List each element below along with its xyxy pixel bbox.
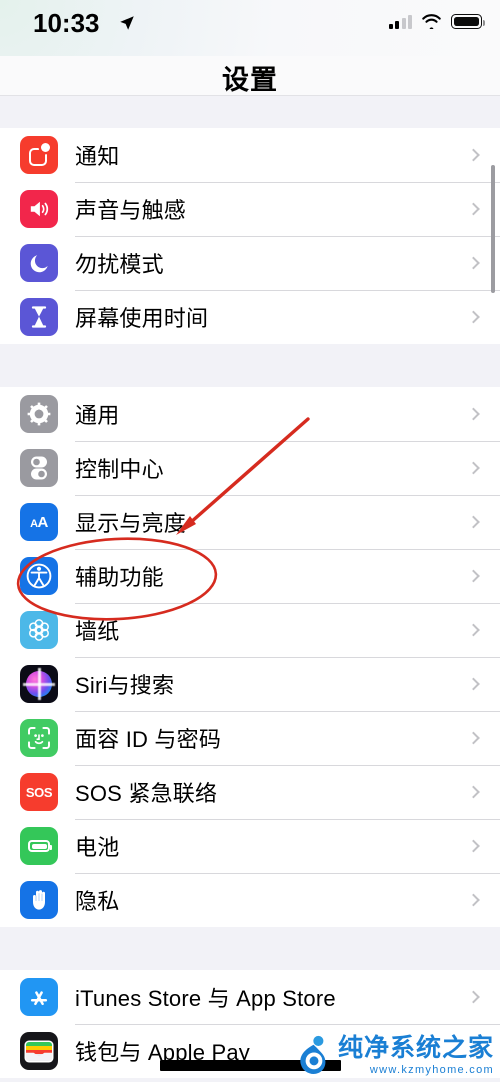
sounds-haptics-icon	[20, 190, 58, 228]
do-not-disturb-icon	[20, 244, 58, 282]
watermark: 纯净系统之家 www.kzmyhome.com	[295, 1035, 494, 1076]
status-bar-indicators	[388, 14, 486, 29]
general-gear-icon	[20, 395, 58, 433]
settings-row-itunes-app-store[interactable]: iTunes Store 与 App Store	[0, 970, 500, 1024]
chevron-right-icon	[467, 407, 480, 421]
settings-row-control-center[interactable]: 控制中心	[0, 441, 500, 495]
chevron-right-icon	[467, 677, 480, 691]
settings-row-label: 隐私	[75, 889, 120, 914]
battery-icon	[451, 14, 486, 29]
chevron-right-icon	[467, 256, 480, 270]
iphone-settings-screen: 10:33 设置 通知 声音与触感 勿扰模式 屏幕使用时间 通用 控制中心 AA…	[0, 0, 500, 1082]
chevron-right-icon	[467, 839, 480, 853]
navigation-bar: 设置	[0, 56, 500, 96]
accessibility-icon	[20, 557, 58, 595]
emergency-sos-icon: SOS	[20, 773, 58, 811]
settings-row-label: 显示与亮度	[75, 511, 187, 536]
settings-row-accessibility[interactable]: 辅助功能	[0, 549, 500, 603]
list-gap-2	[0, 927, 500, 970]
wallpaper-icon	[20, 611, 58, 649]
settings-list[interactable]: 通知 声音与触感 勿扰模式 屏幕使用时间 通用 控制中心 AA 显示与亮度 辅助…	[0, 97, 500, 1082]
wifi-icon	[422, 14, 441, 29]
settings-row-label: 辅助功能	[75, 565, 164, 590]
battery-settings-icon	[20, 827, 58, 865]
settings-row-siri-search[interactable]: Siri与搜索	[0, 657, 500, 711]
chevron-right-icon	[467, 785, 480, 799]
settings-row-label: 屏幕使用时间	[75, 306, 209, 331]
chevron-right-icon	[467, 990, 480, 1004]
group-system: 通用 控制中心 AA 显示与亮度 辅助功能 墙纸 Siri与搜索 面容 ID 与…	[0, 387, 500, 927]
chevron-right-icon	[467, 623, 480, 637]
location-arrow-icon	[120, 16, 134, 30]
display-brightness-icon: AA	[20, 503, 58, 541]
settings-row-label: 面容 ID 与密码	[75, 727, 222, 752]
settings-row-do-not-disturb[interactable]: 勿扰模式	[0, 236, 500, 290]
watermark-logo-icon	[300, 1035, 326, 1074]
settings-row-label: 墙纸	[75, 619, 120, 644]
status-bar: 10:33	[0, 0, 500, 56]
settings-row-privacy[interactable]: 隐私	[0, 873, 500, 927]
settings-row-screen-time[interactable]: 屏幕使用时间	[0, 290, 500, 344]
settings-row-label: 通知	[75, 144, 120, 169]
settings-row-label: iTunes Store 与 App Store	[75, 986, 336, 1011]
settings-row-sounds-haptics[interactable]: 声音与触感	[0, 182, 500, 236]
settings-row-label: 通用	[75, 403, 120, 428]
settings-row-label: 控制中心	[75, 457, 164, 482]
status-bar-time: 10:33	[33, 8, 100, 38]
chevron-right-icon	[467, 148, 480, 162]
settings-row-label: Siri与搜索	[75, 673, 175, 698]
settings-row-battery[interactable]: 电池	[0, 819, 500, 873]
privacy-hand-icon	[20, 881, 58, 919]
settings-row-label: 电池	[75, 835, 120, 860]
chevron-right-icon	[467, 461, 480, 475]
group-notifications: 通知 声音与触感 勿扰模式 屏幕使用时间	[0, 128, 500, 344]
app-store-icon	[20, 978, 58, 1016]
vertical-scrollbar[interactable]	[491, 165, 495, 293]
list-gap-1	[0, 344, 500, 387]
chevron-right-icon	[467, 202, 480, 216]
chevron-right-icon	[467, 515, 480, 529]
list-gap-top	[0, 97, 500, 128]
watermark-url: www.kzmyhome.com	[369, 1063, 494, 1076]
control-center-icon	[20, 449, 58, 487]
settings-row-notifications[interactable]: 通知	[0, 128, 500, 182]
settings-row-wallpaper[interactable]: 墙纸	[0, 603, 500, 657]
cellular-signal-icon	[388, 14, 412, 29]
settings-row-display-brightness[interactable]: AA 显示与亮度	[0, 495, 500, 549]
settings-row-emergency-sos[interactable]: SOS SOS 紧急联络	[0, 765, 500, 819]
wallet-icon	[20, 1032, 58, 1070]
watermark-brand: 纯净系统之家	[337, 1033, 494, 1062]
chevron-right-icon	[467, 569, 480, 583]
chevron-right-icon	[467, 893, 480, 907]
siri-search-icon	[20, 665, 58, 703]
settings-row-general[interactable]: 通用	[0, 387, 500, 441]
chevron-right-icon	[467, 731, 480, 745]
notifications-icon	[20, 136, 58, 174]
chevron-right-icon	[467, 310, 480, 324]
settings-row-face-id-passcode[interactable]: 面容 ID 与密码	[0, 711, 500, 765]
settings-row-label: 勿扰模式	[75, 252, 164, 277]
settings-row-label: SOS 紧急联络	[75, 781, 218, 806]
settings-row-label: 声音与触感	[75, 198, 187, 223]
page-title: 设置	[222, 65, 278, 95]
screen-time-icon	[20, 298, 58, 336]
face-id-passcode-icon	[20, 719, 58, 757]
